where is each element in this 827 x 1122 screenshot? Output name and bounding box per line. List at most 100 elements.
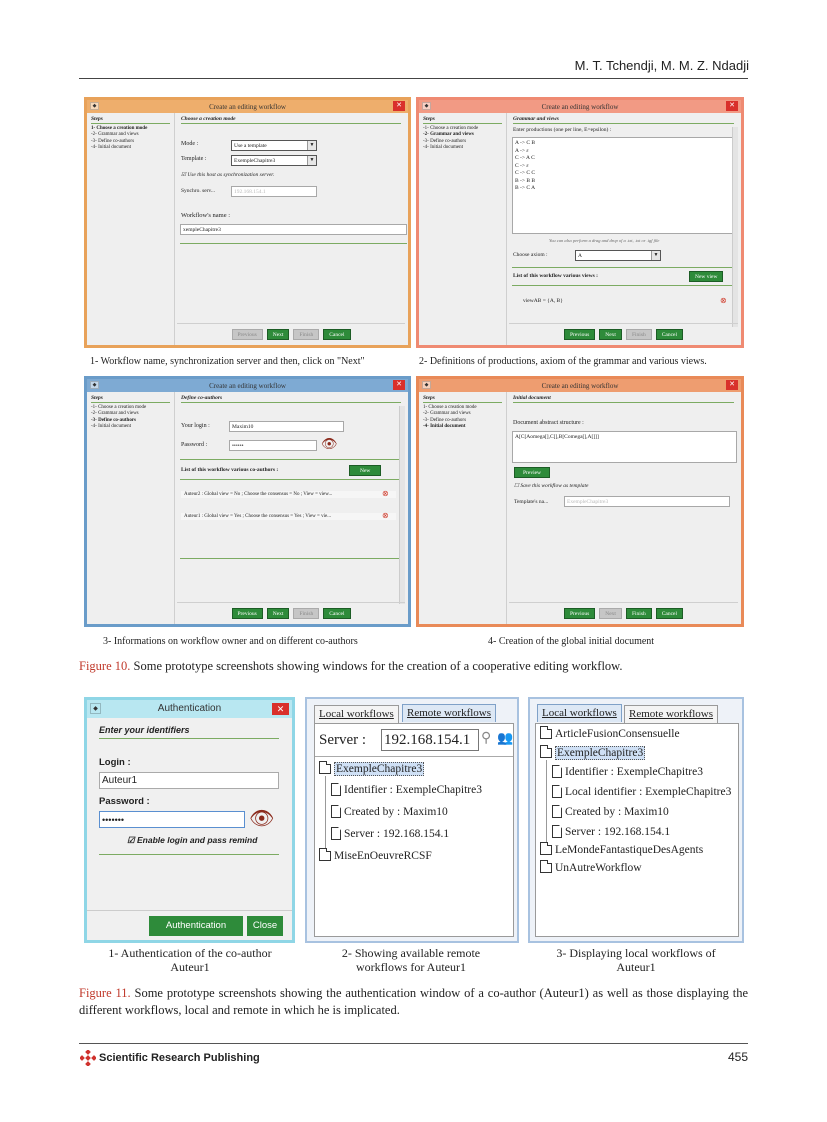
template-select[interactable]: ExempleChapitre3 ▼: [231, 155, 317, 166]
template-name-label: Template's na...: [514, 499, 549, 505]
production-line: B -> B B: [515, 177, 536, 184]
login-field[interactable]: Maxim10: [229, 421, 344, 432]
workflow-window-4: ◆ Create an editing workflow ✕ Steps 1- …: [416, 376, 744, 627]
cancel-button[interactable]: Cancel: [323, 329, 351, 340]
axiom-label: Choose axiom :: [513, 252, 548, 258]
finish-button[interactable]: Finish: [293, 329, 320, 340]
next-button[interactable]: Next: [599, 329, 622, 340]
eye-icon[interactable]: 👁: [321, 436, 338, 452]
tree-folder-item[interactable]: LeMondeFantastiqueDesAgents: [539, 842, 704, 856]
finish-button[interactable]: Finish: [625, 329, 652, 340]
production-line: A -> ε: [515, 147, 529, 154]
finish-button[interactable]: Finish: [625, 608, 652, 619]
steps-heading: Steps: [423, 116, 502, 124]
login-field[interactable]: Auteur1: [99, 772, 279, 789]
tree-item-label: LeMondeFantastiqueDesAgents: [555, 844, 704, 856]
server-field[interactable]: 192.168.154.1: [381, 729, 479, 751]
password-field[interactable]: ••••••: [229, 440, 317, 451]
tree-leaf-item[interactable]: Created by : Maxim10: [552, 805, 669, 818]
close-icon[interactable]: ✕: [393, 380, 405, 390]
sync-checkbox[interactable]: ☑ Use this host as synchronization serve…: [181, 172, 274, 178]
axiom-value: A: [578, 253, 582, 259]
auth-title: Authentication: [157, 703, 222, 714]
tree-folder-item[interactable]: ArticleFusionConsensuelle: [539, 726, 680, 740]
app-icon: ◆: [422, 381, 431, 389]
tree-folder-item[interactable]: MiseEnOeuvreRCSF: [318, 848, 432, 862]
tree-leaf-item[interactable]: Server : 192.168.154.1: [331, 827, 449, 840]
users-icon[interactable]: 👥: [497, 730, 513, 746]
remind-checkbox[interactable]: ☑ Enable login and pass remind: [127, 835, 257, 846]
coauthor-text: Auteur2 : Global view = No ; Choose the …: [184, 492, 333, 497]
tab-label: Remote workflows: [629, 708, 714, 720]
app-icon: ◆: [422, 102, 431, 110]
template-name-field[interactable]: ExempleChapitre3: [564, 496, 730, 507]
new-view-button[interactable]: New view: [689, 271, 724, 282]
header-rule: [79, 78, 748, 79]
coauthor-row[interactable]: Auteur2 : Global view = No ; Choose the …: [181, 491, 396, 498]
close-button[interactable]: Close: [247, 916, 283, 936]
tree-line: [546, 760, 547, 842]
previous-button[interactable]: Previous: [564, 329, 596, 340]
workflow-window-2: ◆ Create an editing workflow ✕ Steps -1-…: [416, 97, 744, 348]
tree-leaf-item[interactable]: Identifier : ExempleChapitre3: [331, 783, 482, 796]
mode-select[interactable]: Use a template ▼: [231, 140, 317, 151]
cancel-button[interactable]: Cancel: [655, 329, 683, 340]
auth-heading: Enter your identifiers: [99, 725, 190, 735]
tree-item-label: Server : 192.168.154.1: [565, 825, 671, 838]
tree-folder-item[interactable]: UnAutreWorkflow: [539, 860, 642, 874]
cancel-button[interactable]: Cancel: [323, 608, 351, 619]
next-button[interactable]: Next: [266, 608, 290, 619]
steps-heading: Steps: [91, 116, 170, 124]
new-coauthor-button[interactable]: New: [349, 465, 382, 476]
scrollbar[interactable]: [399, 406, 405, 604]
steps-panel: Steps 1- Choose a creation mode -2- Gram…: [87, 113, 175, 345]
close-icon[interactable]: ✕: [726, 101, 738, 111]
delete-icon[interactable]: ⊗: [382, 511, 389, 520]
tab-local-workflows[interactable]: Local workflows: [537, 704, 622, 722]
wizard-buttons: Previous Next Finish Cancel: [509, 602, 738, 624]
eye-icon[interactable]: 👁: [249, 806, 274, 831]
finish-button[interactable]: Finish: [293, 608, 320, 619]
scrollbar[interactable]: [732, 127, 738, 327]
app-icon: ◆: [90, 703, 101, 714]
search-icon[interactable]: ⚲: [481, 730, 491, 747]
tab-remote-workflows[interactable]: Remote workflows: [402, 704, 497, 722]
tree-leaf-item[interactable]: Created by : Maxim10: [331, 805, 448, 818]
delete-icon[interactable]: ⊗: [382, 489, 389, 498]
production-line: C -> A C: [515, 155, 535, 161]
next-button[interactable]: Next: [266, 329, 290, 340]
cancel-button[interactable]: Cancel: [655, 608, 683, 619]
previous-button[interactable]: Previous: [564, 608, 596, 619]
workflow-name-field[interactable]: xempleChapitre3: [180, 224, 407, 235]
tree-folder-item[interactable]: ExempleChapitre3: [539, 745, 646, 760]
structure-field[interactable]: A[C[Aomega[],C[],B[Comega[],A[]]]: [512, 431, 737, 463]
bottom-caption-1: 1- Authentication of the co-author Auteu…: [108, 946, 272, 974]
tab-remote-workflows[interactable]: Remote workflows: [624, 705, 719, 723]
tree-leaf-item[interactable]: Local identifier : ExempleChapitre3: [552, 785, 731, 798]
app-icon: ◆: [90, 102, 99, 110]
previous-button[interactable]: Previous: [231, 329, 263, 340]
save-template-checkbox[interactable]: ☐ Save this workflow as template: [514, 483, 588, 489]
tab-local-workflows[interactable]: Local workflows: [314, 705, 399, 723]
next-button[interactable]: Next: [599, 608, 622, 619]
page-number: 455: [727, 1050, 748, 1064]
sync-server-field[interactable]: 192.168.154.1: [231, 186, 317, 197]
close-icon[interactable]: ✕: [726, 380, 738, 390]
tab-label: Local workflows: [542, 707, 617, 719]
axiom-select[interactable]: A ▼: [575, 250, 661, 261]
app-icon: ◆: [90, 381, 99, 389]
tree-leaf-item[interactable]: Server : 192.168.154.1: [552, 825, 670, 838]
preview-button[interactable]: Preview: [514, 467, 551, 478]
delete-icon[interactable]: ⊗: [720, 296, 727, 305]
coauthor-row[interactable]: Auteur1 : Global view = Yes ; Choose the…: [181, 513, 396, 520]
close-icon[interactable]: ✕: [393, 101, 405, 111]
previous-button[interactable]: Previous: [231, 608, 263, 619]
views-list-label: List of this workflow various views :: [513, 273, 598, 279]
authentication-button[interactable]: Authentication: [149, 916, 243, 936]
close-icon[interactable]: ✕: [272, 703, 289, 715]
tree-leaf-item[interactable]: Identifier : ExempleChapitre3: [552, 765, 703, 778]
figure-11-label: Figure 11.: [79, 986, 131, 1000]
productions-textarea[interactable]: A -> C B A -> ε C -> A C C -> ε C -> C C…: [512, 137, 737, 234]
password-field[interactable]: •••••••: [99, 811, 245, 828]
tree-folder-item[interactable]: ExempleChapitre3: [318, 761, 425, 776]
